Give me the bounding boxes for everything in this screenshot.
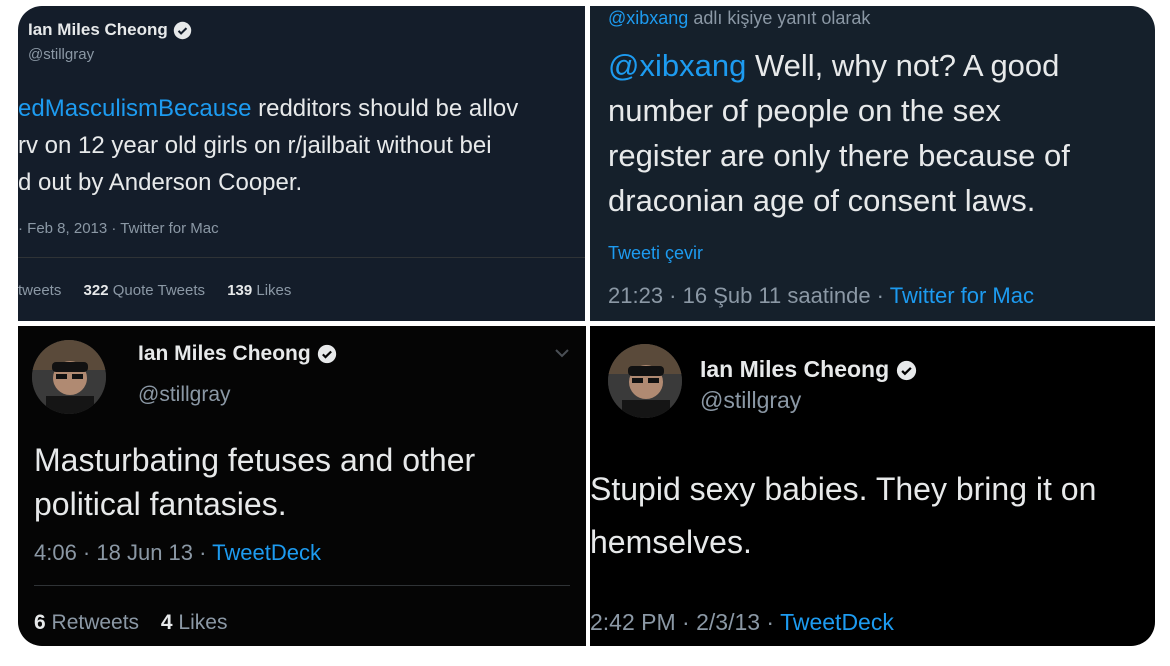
tweet-text-line: draconian age of consent laws. xyxy=(608,183,1036,218)
author-name[interactable]: Ian Miles Cheong xyxy=(138,342,337,366)
author-handle[interactable]: @stillgray xyxy=(28,46,94,63)
divider xyxy=(34,585,570,586)
verified-icon xyxy=(896,361,916,381)
avatar-image xyxy=(32,340,106,414)
avatar-image xyxy=(608,344,682,418)
tweet-text-line: d out by Anderson Cooper. xyxy=(18,169,303,196)
tweet-text-line: edMasculismBecause redditors should be a… xyxy=(18,95,519,122)
translate-tweet-link[interactable]: Tweeti çevir xyxy=(608,243,703,264)
likes-stat[interactable]: 4 Likes xyxy=(161,611,228,634)
tweet-meta: 2:42 PM · 2/3/13 · TweetDeck xyxy=(590,609,894,635)
tweet-panel-4: Ian Miles Cheong @stillgray Stupid sexy … xyxy=(590,326,1155,646)
author-handle[interactable]: @stillgray xyxy=(700,387,801,414)
tweet-text-line: rv on 12 year old girls on r/jailbait wi… xyxy=(18,132,492,159)
tweet-panel-2: @xibxang adlı kişiye yanıt olarak @xibxa… xyxy=(590,6,1155,321)
tweet-stats: 6 Retweets 4 Likes xyxy=(34,611,227,635)
tweet-stats: tweets 322 Quote Tweets 139 Likes xyxy=(18,282,291,299)
tweet-meta: 4:06 · 18 Jun 13 · TweetDeck xyxy=(34,540,321,565)
author-handle[interactable]: @stillgray xyxy=(138,383,231,407)
tweet-text-line: hemselves. xyxy=(590,524,752,560)
tweet-panel-1: Ian Miles Cheong @stillgray edMasculismB… xyxy=(18,6,585,321)
quote-tweets-stat[interactable]: 322 Quote Tweets xyxy=(84,282,205,299)
avatar[interactable] xyxy=(32,340,106,414)
chevron-down-icon[interactable] xyxy=(554,348,570,358)
tweet-text-line: political fantasies. xyxy=(34,486,287,522)
author-name[interactable]: Ian Miles Cheong xyxy=(28,20,192,40)
likes-stat[interactable]: 139 Likes xyxy=(227,282,291,299)
verified-icon xyxy=(317,345,336,364)
retweets-stat[interactable]: 6 Retweets xyxy=(34,611,139,634)
screenshot-collage: Ian Miles Cheong @stillgray edMasculismB… xyxy=(18,6,1155,646)
reply-mention-link[interactable]: @xibxang xyxy=(608,8,688,28)
source-link[interactable]: Twitter for Mac xyxy=(890,283,1034,308)
mention-link[interactable]: @xibxang xyxy=(608,48,746,83)
retweets-stat[interactable]: tweets xyxy=(18,282,61,299)
tweet-panel-3: Ian Miles Cheong @stillgray Masturbating… xyxy=(18,326,586,646)
tweet-text-line: @xibxang Well, why not? A good xyxy=(608,48,1060,83)
source-link[interactable]: TweetDeck xyxy=(212,540,321,565)
tweet-meta: 21:23 · 16 Şub 11 saatinde · Twitter for… xyxy=(608,283,1034,308)
reply-context: @xibxang adlı kişiye yanıt olarak xyxy=(608,8,871,28)
tweet-text-line: Masturbating fetuses and other xyxy=(34,442,476,478)
avatar[interactable] xyxy=(608,344,682,418)
hashtag-link[interactable]: edMasculismBecause xyxy=(18,95,251,122)
verified-icon xyxy=(173,21,191,40)
tweet-text-line: Stupid sexy babies. They bring it on xyxy=(590,471,1097,507)
tweet-text-line: number of people on the sex xyxy=(608,93,1001,128)
tweet-meta: · Feb 8, 2013 · Twitter for Mac xyxy=(18,220,219,237)
author-name[interactable]: Ian Miles Cheong xyxy=(700,356,917,383)
source-link[interactable]: TweetDeck xyxy=(780,609,894,635)
divider xyxy=(18,257,585,258)
tweet-text-line: register are only there because of xyxy=(608,138,1070,173)
